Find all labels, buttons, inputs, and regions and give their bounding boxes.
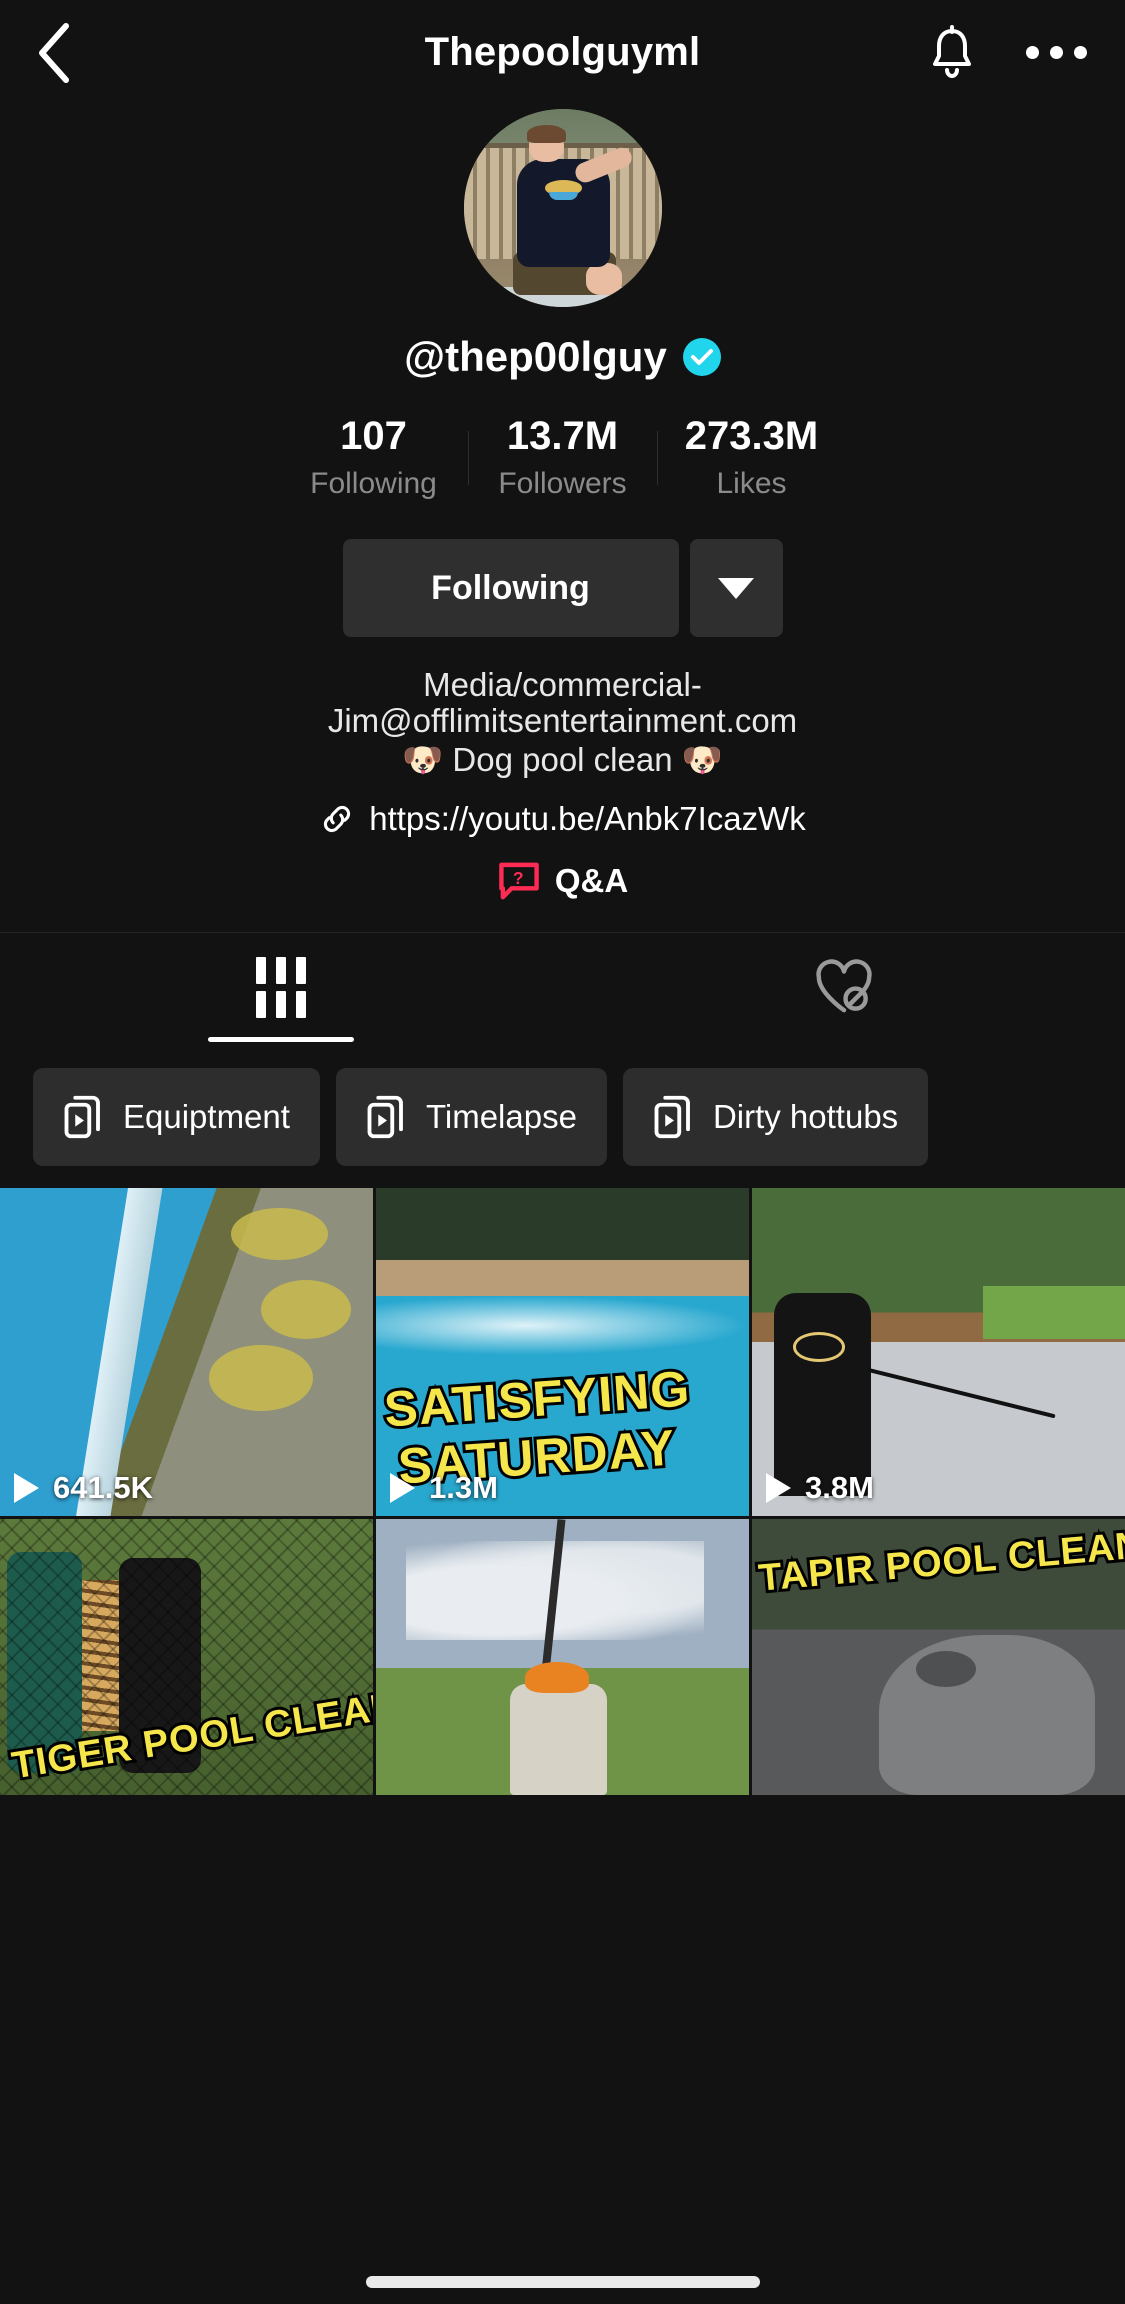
bio-link: https://youtu.be/Anbk7IcazWk bbox=[369, 799, 806, 837]
back-button[interactable] bbox=[34, 20, 100, 86]
avatar[interactable] bbox=[463, 109, 662, 307]
stat-followers[interactable]: 13.7M Followers bbox=[469, 415, 657, 501]
playlist-icon bbox=[654, 1095, 690, 1139]
notification-button[interactable] bbox=[926, 23, 978, 83]
video-thumbnail[interactable]: 641.5K bbox=[0, 1187, 373, 1516]
play-icon bbox=[14, 1472, 39, 1503]
caret-down-icon bbox=[718, 577, 754, 599]
following-button[interactable]: Following bbox=[342, 539, 679, 637]
qa-bubble-icon: ? bbox=[499, 862, 539, 900]
playlist-chip-label: Dirty hottubs bbox=[712, 1097, 899, 1135]
verified-badge-icon bbox=[682, 338, 721, 376]
link-icon bbox=[324, 805, 351, 832]
video-thumbnail[interactable] bbox=[376, 1518, 749, 1795]
video-thumbnail[interactable]: TAPIR POOL CLEAN bbox=[752, 1518, 1125, 1795]
view-count: 3.8M bbox=[805, 1469, 874, 1505]
stat-likes[interactable]: 273.3M Likes bbox=[658, 415, 846, 501]
username: @thep00lguy bbox=[404, 333, 667, 380]
more-options-button[interactable] bbox=[1022, 36, 1091, 69]
video-thumbnail[interactable]: 3.8M bbox=[752, 1187, 1125, 1516]
qa-row[interactable]: ? Q&A bbox=[60, 860, 1065, 902]
playlist-chip-timelapse[interactable]: Timelapse bbox=[335, 1067, 607, 1166]
playlist-chip-dirty-hottubs[interactable]: Dirty hottubs bbox=[622, 1067, 929, 1166]
playlist-chip-equiptment[interactable]: Equiptment bbox=[33, 1067, 320, 1166]
stat-following[interactable]: 107 Following bbox=[280, 415, 468, 501]
view-count-row: 3.8M bbox=[766, 1470, 874, 1506]
bio-link-row[interactable]: https://youtu.be/Anbk7IcazWk bbox=[60, 800, 1065, 838]
playlist-chips: Equiptment Timelapse Dirty hottubs bbox=[0, 1042, 1125, 1188]
profile-tabs bbox=[0, 931, 1125, 1042]
active-tab-indicator bbox=[208, 1036, 355, 1042]
grid-icon bbox=[256, 956, 307, 1018]
play-icon bbox=[766, 1472, 791, 1503]
play-icon bbox=[390, 1472, 415, 1503]
video-grid: 641.5K SATISFYING SATURDAY 1.3M 3.8M TIG… bbox=[0, 1187, 1125, 1795]
tab-videos[interactable] bbox=[0, 933, 563, 1042]
bell-icon bbox=[933, 24, 971, 78]
video-thumbnail[interactable]: SATISFYING SATURDAY 1.3M bbox=[376, 1187, 749, 1516]
bio-section: Media/commercial- Jim@offlimitsentertain… bbox=[0, 667, 1125, 902]
playlist-icon bbox=[367, 1095, 403, 1139]
view-count-row: 1.3M bbox=[390, 1470, 498, 1506]
bio-line-1: Media/commercial- bbox=[423, 666, 702, 703]
thumbnail-art bbox=[752, 1187, 1125, 1516]
followers-count: 13.7M bbox=[506, 414, 619, 458]
home-indicator bbox=[365, 2276, 760, 2288]
username-row: @thep00lguy bbox=[0, 333, 1125, 381]
playlist-icon bbox=[64, 1095, 100, 1139]
app-header: Thepoolguyml bbox=[0, 0, 1125, 105]
thumbnail-art bbox=[376, 1518, 749, 1795]
stats-row: 107 Following 13.7M Followers 273.3M Lik… bbox=[0, 415, 1125, 501]
view-count: 641.5K bbox=[53, 1469, 153, 1505]
tiktok-profile-screen: Thepoolguyml @thep00lguy 107 Following 1… bbox=[0, 0, 1125, 2304]
video-thumbnail[interactable]: TIGER POOL CLEAN bbox=[0, 1518, 373, 1795]
more-actions-dropdown-button[interactable] bbox=[689, 539, 783, 637]
followers-label: Followers bbox=[498, 467, 627, 500]
view-count: 1.3M bbox=[429, 1469, 498, 1505]
playlist-chip-label: Equiptment bbox=[123, 1097, 290, 1135]
following-count: 107 bbox=[340, 414, 407, 458]
tab-liked[interactable] bbox=[563, 933, 1125, 1042]
likes-count: 273.3M bbox=[684, 414, 819, 458]
profile-actions: Following bbox=[0, 539, 1125, 637]
following-label: Following bbox=[310, 467, 437, 500]
bio-line-3: 🐶 Dog pool clean 🐶 bbox=[402, 741, 723, 779]
avatar-container bbox=[0, 109, 1125, 307]
chevron-left-icon bbox=[39, 22, 69, 83]
qa-label: Q&A bbox=[554, 861, 629, 899]
more-options-icon bbox=[1026, 46, 1039, 59]
heart-slash-icon bbox=[816, 959, 872, 1013]
playlist-chip-label: Timelapse bbox=[425, 1097, 577, 1135]
header-actions bbox=[926, 23, 1091, 83]
likes-label: Likes bbox=[716, 467, 787, 500]
svg-text:?: ? bbox=[513, 868, 524, 888]
thumbnail-art bbox=[0, 1187, 373, 1516]
bio-line-2: Jim@offlimitsentertainment.com bbox=[327, 701, 798, 739]
view-count-row: 641.5K bbox=[14, 1470, 153, 1506]
